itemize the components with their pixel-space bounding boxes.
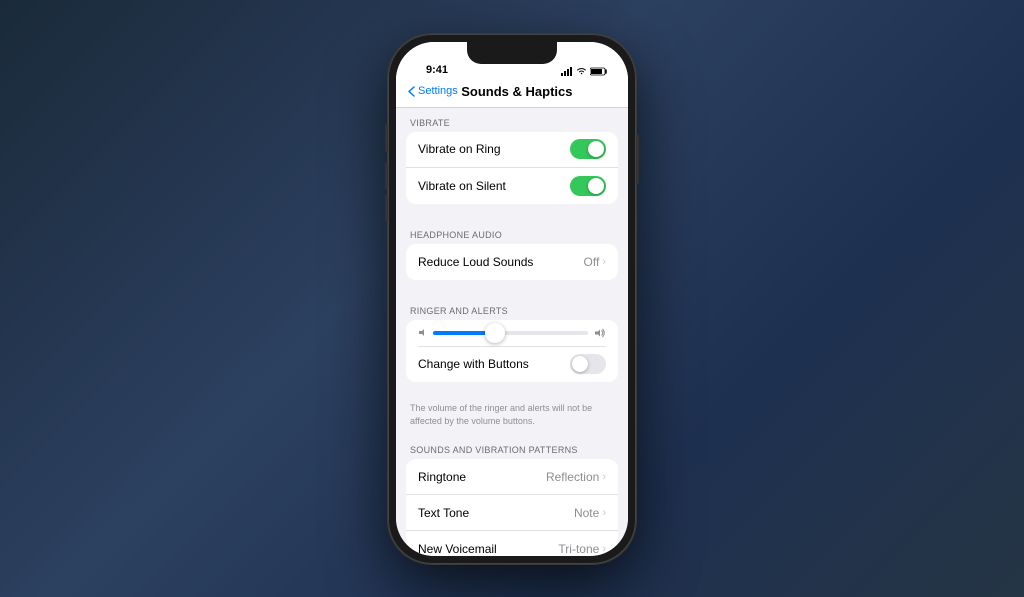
slider-thumb[interactable]: [485, 323, 505, 343]
text-tone-label: Text Tone: [418, 506, 574, 520]
sounds-group: Ringtone Reflection › Text Tone Note › N…: [406, 459, 618, 555]
toggle-thumb: [588, 178, 604, 194]
ringtone-row[interactable]: Ringtone Reflection ›: [406, 459, 618, 495]
wifi-icon: [576, 67, 587, 75]
vibrate-section-header: VIBRATE: [396, 108, 628, 132]
phone-notch: [467, 42, 557, 64]
vibrate-ring-label: Vibrate on Ring: [418, 142, 570, 156]
ringtone-label: Ringtone: [418, 470, 546, 484]
phone-device: 9:41: [388, 34, 636, 564]
new-voicemail-value: Tri-tone: [558, 542, 599, 556]
ringer-info-text: The volume of the ringer and alerts will…: [396, 398, 628, 435]
new-voicemail-row[interactable]: New Voicemail Tri-tone ›: [406, 531, 618, 555]
back-chevron-icon: [408, 86, 415, 97]
vibrate-silent-row[interactable]: Vibrate on Silent: [406, 168, 618, 204]
ringtone-value: Reflection: [546, 470, 599, 484]
phone-screen: 9:41: [396, 42, 628, 556]
status-icons: [561, 67, 608, 76]
change-buttons-row[interactable]: Change with Buttons: [406, 346, 618, 382]
change-buttons-toggle[interactable]: [570, 354, 606, 374]
reduce-loud-row[interactable]: Reduce Loud Sounds Off ›: [406, 244, 618, 280]
vibrate-ring-toggle[interactable]: [570, 139, 606, 159]
headphone-section-header: HEADPHONE AUDIO: [396, 220, 628, 244]
signal-icon: [561, 67, 573, 76]
settings-content: VIBRATE Vibrate on Ring Vibrate on Silen…: [396, 108, 628, 556]
reduce-loud-chevron: ›: [602, 256, 606, 268]
vibrate-silent-label: Vibrate on Silent: [418, 179, 570, 193]
toggle-thumb: [588, 141, 604, 157]
vibrate-silent-toggle[interactable]: [570, 176, 606, 196]
text-tone-row[interactable]: Text Tone Note ›: [406, 495, 618, 531]
ringer-slider-row: [406, 320, 618, 346]
new-voicemail-chevron: ›: [602, 543, 606, 555]
sounds-section-header: SOUNDS AND VIBRATION PATTERNS: [396, 435, 628, 459]
ringer-section-header: RINGER AND ALERTS: [396, 296, 628, 320]
ringer-slider-track[interactable]: [433, 331, 588, 335]
text-tone-value: Note: [574, 506, 599, 520]
battery-icon: [590, 67, 608, 76]
vibrate-group: Vibrate on Ring Vibrate on Silent: [406, 132, 618, 204]
ringtone-chevron: ›: [602, 471, 606, 483]
toggle-thumb: [572, 356, 588, 372]
nav-bar: Settings Sounds & Haptics: [396, 80, 628, 108]
new-voicemail-label: New Voicemail: [418, 542, 558, 556]
volume-high-icon: [594, 328, 606, 338]
reduce-loud-label: Reduce Loud Sounds: [418, 255, 584, 269]
page-title: Sounds & Haptics: [418, 84, 616, 99]
vibrate-ring-row[interactable]: Vibrate on Ring: [406, 132, 618, 168]
headphone-group: Reduce Loud Sounds Off ›: [406, 244, 618, 280]
text-tone-chevron: ›: [602, 507, 606, 519]
change-buttons-label: Change with Buttons: [418, 357, 570, 371]
reduce-loud-value: Off: [584, 255, 600, 269]
ringer-group: Change with Buttons: [406, 320, 618, 383]
volume-low-icon: [418, 328, 427, 337]
status-time: 9:41: [426, 64, 448, 76]
